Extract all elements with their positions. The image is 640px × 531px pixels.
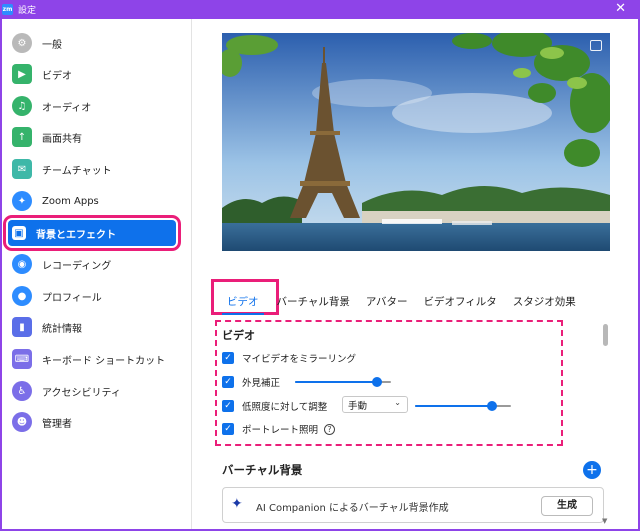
- slider-knob[interactable]: [486, 401, 497, 411]
- virtual-background-title: バーチャル背景: [222, 463, 303, 477]
- sidebar-item-label: オーディオ: [42, 102, 92, 114]
- ai-background-label: AI Companion によるバーチャル背景作成: [256, 503, 449, 514]
- add-background-button[interactable]: +: [583, 461, 601, 479]
- low-light-row: ✓ 低照度に対して調整: [222, 398, 327, 414]
- sidebar-item-keyboard-shortcuts[interactable]: ⌨ キーボード ショートカット: [8, 346, 176, 372]
- stats-icon: ▮: [12, 317, 32, 337]
- sidebar-item-team-chat[interactable]: ✉ チームチャット: [8, 156, 176, 182]
- video-preview: [222, 33, 610, 251]
- mirror-video-checkbox[interactable]: ✓: [222, 352, 234, 364]
- sidebar-item-recording[interactable]: ◉ レコーディング: [8, 251, 176, 277]
- portrait-lighting-label: ポートレート照明: [242, 425, 319, 436]
- sidebar-item-label: キーボード ショートカット: [42, 355, 166, 367]
- ai-background-panel: ✦ AI Companion によるバーチャル背景作成 生成: [222, 487, 604, 523]
- tab-studio-effects[interactable]: スタジオ効果: [513, 294, 576, 309]
- sidebar-item-background-effects[interactable]: ▣ 背景とエフェクト: [3, 215, 181, 251]
- tab-bar: ビデオ バーチャル背景 アバター ビデオフィルタ スタジオ効果: [215, 289, 592, 315]
- accessibility-icon: ♿: [12, 381, 32, 401]
- admin-icon: ☻: [12, 412, 32, 432]
- touch-up-label: 外見補正: [242, 378, 281, 389]
- close-icon[interactable]: ✕: [615, 2, 626, 16]
- info-icon[interactable]: ?: [324, 423, 336, 435]
- slider-fill: [415, 405, 492, 407]
- sidebar-item-audio[interactable]: ♫ オーディオ: [8, 93, 176, 119]
- sidebar-item-general[interactable]: ⚙ 一般: [8, 30, 176, 56]
- touch-up-row: ✓ 外見補正: [222, 374, 280, 390]
- chevron-down-icon: ⌄: [394, 398, 401, 407]
- generate-button[interactable]: 生成: [541, 496, 593, 516]
- low-light-mode-select[interactable]: 手動 ⌄: [342, 396, 408, 413]
- portrait-lighting-checkbox[interactable]: ✓: [222, 423, 234, 435]
- apps-icon: ✦: [12, 191, 32, 211]
- sidebar-item-label: プロフィール: [42, 292, 102, 304]
- headphones-icon: ♫: [12, 96, 32, 116]
- sidebar-item-label: Zoom Apps: [42, 195, 99, 207]
- portrait-lighting-row: ✓ ポートレート照明 ?: [222, 421, 336, 437]
- record-icon: ◉: [12, 254, 32, 274]
- low-light-mode-value: 手動: [348, 400, 368, 412]
- sidebar-item-zoom-apps[interactable]: ✦ Zoom Apps: [8, 188, 176, 214]
- expand-icon[interactable]: [590, 40, 602, 51]
- sidebar-item-accessibility[interactable]: ♿ アクセシビリティ: [8, 378, 176, 404]
- touch-up-checkbox[interactable]: ✓: [222, 376, 234, 388]
- scrollbar[interactable]: [603, 324, 608, 346]
- touch-up-slider[interactable]: [295, 377, 391, 387]
- chat-icon: ✉: [12, 159, 32, 179]
- low-light-slider[interactable]: [415, 401, 511, 411]
- sidebar-item-statistics[interactable]: ▮ 統計情報: [8, 314, 176, 340]
- screen-share-icon: ↑: [12, 127, 32, 147]
- scroll-down-icon[interactable]: ▼: [602, 517, 607, 525]
- video-section-title: ビデオ: [222, 329, 255, 342]
- sidebar-item-label: 統計情報: [42, 323, 82, 335]
- sidebar-item-label: 背景とエフェクト: [36, 229, 116, 241]
- sidebar-item-label: レコーディング: [42, 260, 112, 272]
- tab-video[interactable]: ビデオ: [222, 294, 263, 315]
- video-icon: ▶: [12, 64, 32, 84]
- sidebar-item-label: 管理者: [42, 418, 72, 430]
- sidebar-item-label: アクセシビリティ: [42, 387, 121, 399]
- background-icon: ▣: [12, 226, 26, 240]
- sidebar-item-label: 一般: [42, 39, 62, 51]
- slider-fill: [295, 381, 377, 383]
- low-light-checkbox[interactable]: ✓: [222, 400, 234, 412]
- profile-icon: ●: [12, 286, 32, 306]
- zoom-logo-icon: zm: [2, 4, 13, 15]
- title-bar: zm 設定 ✕: [0, 0, 640, 19]
- sidebar-item-label: チームチャット: [42, 165, 112, 177]
- mirror-video-label: マイビデオをミラーリング: [242, 354, 357, 365]
- sidebar-item-label: ビデオ: [42, 70, 72, 82]
- gear-icon: ⚙: [12, 33, 32, 53]
- low-light-label: 低照度に対して調整: [242, 402, 328, 413]
- tab-avatar[interactable]: アバター: [366, 294, 408, 309]
- sidebar-item-video[interactable]: ▶ ビデオ: [8, 61, 176, 87]
- window-title: 設定: [18, 6, 37, 16]
- sparkle-icon: ✦: [231, 496, 243, 512]
- tab-video-filter[interactable]: ビデオフィルタ: [424, 294, 497, 309]
- slider-knob[interactable]: [371, 377, 382, 387]
- sidebar-item-screen-share[interactable]: ↑ 画面共有: [8, 124, 176, 150]
- sidebar: ⚙ 一般 ▶ ビデオ ♫ オーディオ ↑ 画面共有 ✉ チームチャット ✦ Zo…: [2, 19, 192, 529]
- sidebar-item-label: 画面共有: [42, 133, 82, 145]
- sidebar-item-profile[interactable]: ● プロフィール: [8, 283, 176, 309]
- mirror-video-row: ✓ マイビデオをミラーリング: [222, 350, 356, 366]
- main-panel: ビデオ バーチャル背景 アバター ビデオフィルタ スタジオ効果 ビデオ ✓ マイ…: [193, 19, 638, 529]
- keyboard-icon: ⌨: [12, 349, 32, 369]
- sidebar-item-admin[interactable]: ☻ 管理者: [8, 409, 176, 435]
- tab-virtual-background[interactable]: バーチャル背景: [277, 294, 350, 309]
